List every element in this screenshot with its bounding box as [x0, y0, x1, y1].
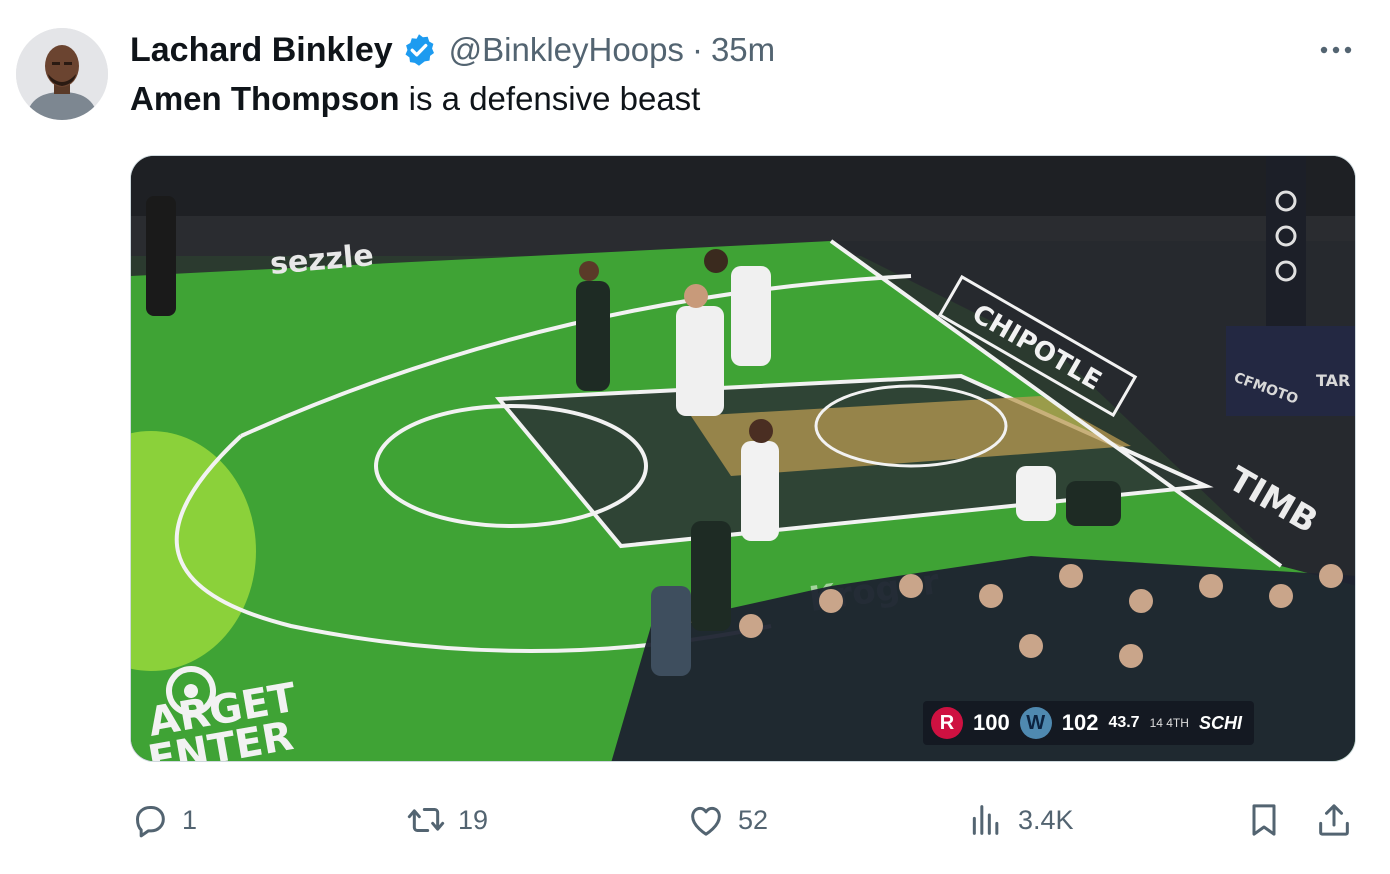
like-icon [691, 806, 721, 836]
tweet-card[interactable]: Lachard Binkley @BinkleyHoops · 35m Amen… [0, 0, 1390, 874]
bookmark-button[interactable] [1244, 790, 1284, 850]
tweet-text: Amen Thompson is a defensive beast [130, 80, 700, 118]
retweet-icon [407, 808, 445, 832]
reply-button[interactable]: 1 [130, 790, 197, 850]
rockets-logo-icon: R [931, 707, 963, 739]
tweet-header: Lachard Binkley @BinkleyHoops · 35m [130, 28, 775, 72]
share-icon [1319, 804, 1349, 836]
timestamp[interactable]: 35m [711, 31, 775, 69]
reply-icon [136, 806, 165, 838]
verified-badge-icon [401, 32, 437, 68]
views-count: 3.4K [1018, 804, 1074, 835]
like-button[interactable]: 52 [686, 790, 768, 850]
retweet-count: 19 [458, 804, 489, 835]
basketball-court-frame: CHIPOTLE sezzle Kroger ARGET ENTER CFMOT… [131, 156, 1356, 761]
reply-count: 1 [182, 804, 198, 835]
svg-text:TAR CEN: TAR CEN [1316, 371, 1356, 390]
separator-dot: · [691, 31, 703, 68]
avatar[interactable] [16, 28, 108, 120]
away-score: 102 [1061, 710, 1099, 735]
avatar-image [16, 28, 108, 120]
video-media[interactable]: CHIPOTLE sezzle Kroger ARGET ENTER CFMOT… [130, 155, 1356, 762]
action-bar: 1 19 52 3.4K [0, 790, 1390, 850]
tweet-mention: Amen Thompson [130, 80, 400, 117]
retweet-button[interactable]: 19 [406, 790, 488, 850]
handle[interactable]: @BinkleyHoops [449, 31, 684, 69]
tweet-body: is a defensive beast [399, 80, 701, 117]
views-icon [972, 805, 999, 835]
more-button[interactable] [1314, 32, 1358, 68]
game-clock: 43.7 [1108, 714, 1140, 731]
timberwolves-logo-icon: W [1019, 707, 1052, 739]
more-icon [1320, 46, 1352, 54]
like-count: 52 [738, 804, 769, 835]
game-period: 14 4TH [1149, 716, 1189, 730]
scoreboard: R 100 W 102 43.7 14 4TH SCHI [923, 701, 1254, 745]
share-button[interactable] [1314, 790, 1354, 850]
display-name[interactable]: Lachard Binkley [130, 31, 393, 70]
network-logo: SCHI [1198, 712, 1242, 733]
home-score: 100 [973, 710, 1010, 735]
views-button[interactable]: 3.4K [966, 790, 1074, 850]
bookmark-icon [1252, 804, 1276, 836]
